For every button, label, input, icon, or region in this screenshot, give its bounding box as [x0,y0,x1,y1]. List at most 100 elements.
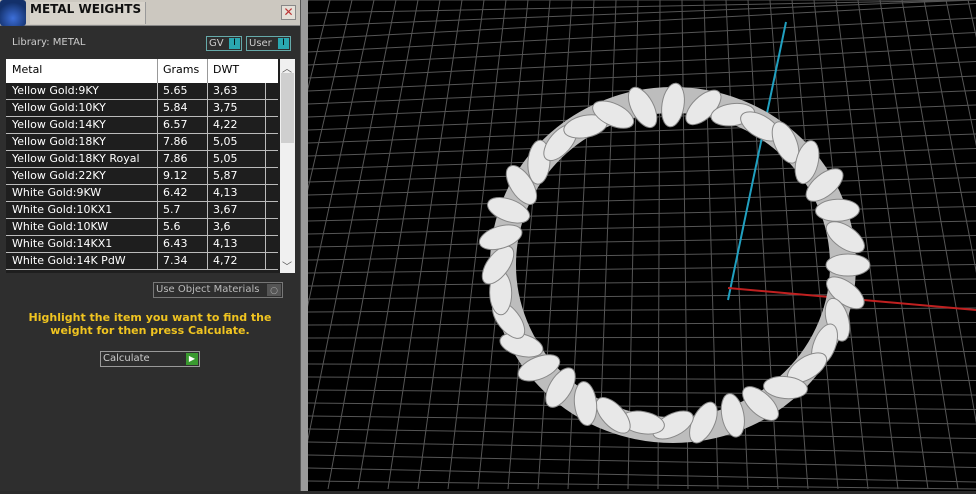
grams-cell: 7.34 [157,253,207,269]
grid-line [307,133,976,157]
metal-cell: White Gold:14KX1 [12,237,113,250]
metal-cell: White Gold:9KW [12,186,102,199]
column-grams[interactable]: Grams [157,59,207,83]
close-button[interactable]: ✕ [281,5,296,20]
metal-cell: Yellow Gold:18KY Royal [12,152,140,165]
dwt-cell: 3,6 [207,219,265,235]
dwt-cell: 4,22 [207,117,265,133]
grid-line [307,454,976,468]
grid-line [307,17,976,53]
grid-line [879,0,959,490]
instruction-text: Highlight the item you want to find the … [28,311,272,337]
grid-line [307,220,976,235]
calculate-label: Calculate [103,353,150,364]
table-row[interactable]: White Gold:10KX1 5.7 3,67 [6,202,278,219]
grid-line [307,206,976,222]
grams-cell: 9.12 [157,168,207,184]
radio-icon: ○ [267,284,281,296]
dwt-cell: 5,05 [207,151,265,167]
table-header: Metal Grams DWT [6,59,278,83]
table-row[interactable]: White Gold:9KW 6.42 4,13 [6,185,278,202]
grams-cell: 7.86 [157,134,207,150]
dwt-cell: 3,67 [207,202,265,218]
grid-line [307,336,976,339]
grid-line [307,3,976,40]
dwt-cell: 5,05 [207,134,265,150]
user-toggle[interactable]: User I [246,36,291,51]
grams-cell: 7.86 [157,151,207,167]
table-row[interactable]: Yellow Gold:9KY 5.65 3,63 [6,83,278,100]
grid-line [307,249,976,261]
gv-toggle[interactable]: GV I [206,36,242,51]
grid-line [307,191,976,209]
grid-line [307,264,976,274]
scroll-down-icon[interactable]: ﹀ [282,258,292,273]
grid-line [857,0,929,490]
dwt-cell: 4,13 [207,185,265,201]
spacer-cell [265,253,278,269]
spacer-cell [265,236,278,252]
table-row[interactable]: White Gold:14K PdW 7.34 4,72 [6,253,278,270]
app-logo-icon [0,0,26,26]
spacer-cell [265,202,278,218]
metal-cell: Yellow Gold:14KY [12,118,106,131]
grid-line [307,235,976,248]
dwt-cell: 4,13 [207,236,265,252]
toggle-indicator: I [278,38,289,49]
spacer-cell [265,168,278,184]
viewport-canvas [0,0,976,490]
y-axis-line [727,21,787,301]
table-row[interactable]: Yellow Gold:22KY 9.12 5,87 [6,168,278,185]
spacer-cell [265,219,278,235]
grid-line [307,322,976,326]
grid-line [307,363,976,367]
metal-cell: White Gold:14K PdW [12,254,126,267]
scroll-thumb[interactable] [281,73,294,143]
panel-splitter[interactable] [300,0,308,491]
gv-label: GV [209,38,224,49]
table-row[interactable]: Yellow Gold:14KY 6.57 4,22 [6,117,278,134]
column-metal[interactable]: Metal [6,59,157,83]
column-dwt[interactable]: DWT [207,59,265,83]
grid-line [307,177,976,196]
metal-table: Metal Grams DWT Yellow Gold:9KY 5.65 3,63 Y… [6,59,295,273]
table-row[interactable]: White Gold:14KX1 6.43 4,13 [6,236,278,253]
grid-line [923,0,976,274]
grams-cell: 6.57 [157,117,207,133]
scrollbar[interactable]: ︿ ﹀ [280,59,295,273]
dwt-cell: 3,63 [207,83,265,99]
spacer-cell [265,185,278,201]
grid-line [657,0,661,490]
grid-line [307,0,976,14]
metal-cell: White Gold:10KX1 [12,203,113,216]
grid-line [307,293,976,300]
grid-line [307,441,976,454]
grams-cell: 5.6 [157,219,207,235]
metal-cell: Yellow Gold:9KY [12,84,99,97]
grid-line [307,0,976,27]
grid-line [307,389,976,396]
table-row[interactable]: White Gold:10KW 5.6 3,6 [6,219,278,236]
grid-line [307,32,976,66]
calculate-button[interactable]: Calculate ▶ [100,351,200,367]
grid-line [307,278,976,287]
3d-viewport[interactable] [0,0,976,491]
dwt-cell: 3,75 [207,100,265,116]
library-label: Library: METAL [12,37,86,48]
leaf-shape [825,253,871,277]
metal-cell: Yellow Gold:10KY [12,101,106,114]
grid-line [537,0,573,490]
table-row[interactable]: Yellow Gold:10KY 5.84 3,75 [6,100,278,117]
metal-cell: Yellow Gold:22KY [12,169,106,182]
table-row[interactable]: Yellow Gold:18KY 7.86 5,05 [6,134,278,151]
grid-line [307,376,976,381]
grid-line [307,402,976,410]
title-bar: METAL WEIGHTS ✕ [0,0,300,26]
grams-cell: 6.42 [157,185,207,201]
grid-line [307,467,976,483]
use-object-materials-toggle[interactable]: Use Object Materials ○ [153,282,283,298]
table-row[interactable]: Yellow Gold:18KY Royal 7.86 5,05 [6,151,278,168]
grams-cell: 5.84 [157,100,207,116]
dwt-cell: 5,87 [207,168,265,184]
spacer-cell [265,83,278,99]
